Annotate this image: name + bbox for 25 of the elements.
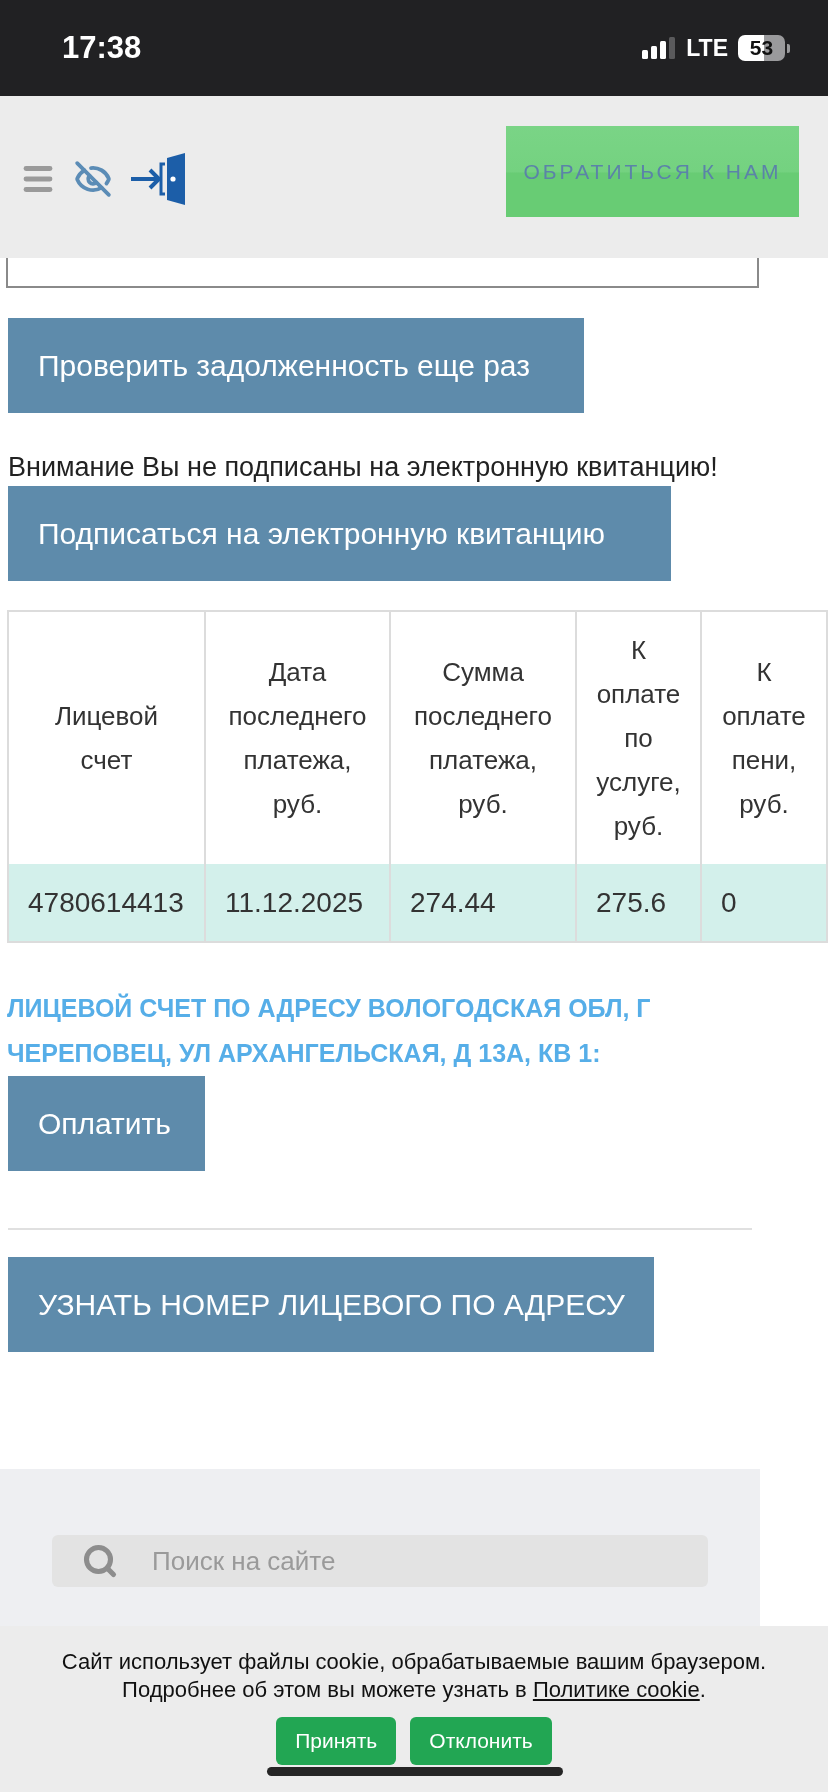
check-debt-button[interactable]: Проверить задолженность еще раз [8, 318, 584, 413]
eye-slash-icon[interactable] [74, 160, 112, 198]
table-cell: 11.12.2025 [206, 864, 391, 943]
account-address-heading: ЛИЦЕВОЙ СЧЕТ ПО АДРЕСУ ВОЛОГОДСКАЯ ОБЛ, Г ЧЕРЕПОВЕЦ, УЛ АРХАНГЕЛЬСКАЯ, Д 13А, КВ 1: [7, 992, 652, 1069]
accept-button[interactable]: Принять [276, 1717, 397, 1765]
cookie-notice-text: Сайт использует файлы cookie, обрабатываемые вашим браузером. Подробнее об этом вы можете узнать в Политике cookie. [61, 1648, 767, 1704]
pay-button[interactable]: Оплатить [8, 1076, 205, 1171]
subscribe-button[interactable]: Подписаться на электронную квитанцию [8, 486, 671, 581]
signal-icon [642, 37, 677, 59]
search-field[interactable]: Поиск на сайте [52, 1535, 708, 1587]
table-cell: 275.6 [577, 864, 702, 943]
table-cell: 0 [702, 864, 828, 943]
door-arrow-icon[interactable] [130, 152, 186, 206]
subscription-notice: Внимание Вы не подписаны на электронную квитанцию! [8, 451, 718, 484]
table-cell: 4780614413 [7, 864, 206, 943]
find-account-button[interactable]: УЗНАТЬ НОМЕР ЛИЦЕВОГО ПО АДРЕСУ [8, 1257, 654, 1352]
input-field[interactable] [6, 258, 759, 288]
status-time: 17:38 [62, 28, 142, 67]
contact-button[interactable]: ОБРАТИТЬСЯ К НАМ [506, 126, 799, 217]
table-cell: 274.44 [391, 864, 577, 943]
search-icon [82, 1543, 118, 1579]
network-type: LTE [686, 33, 728, 63]
cookie-policy-link[interactable]: Политике cookie [532, 1677, 700, 1702]
decline-button[interactable]: Отклонить [410, 1717, 552, 1765]
battery-indicator: 53 [738, 35, 790, 61]
